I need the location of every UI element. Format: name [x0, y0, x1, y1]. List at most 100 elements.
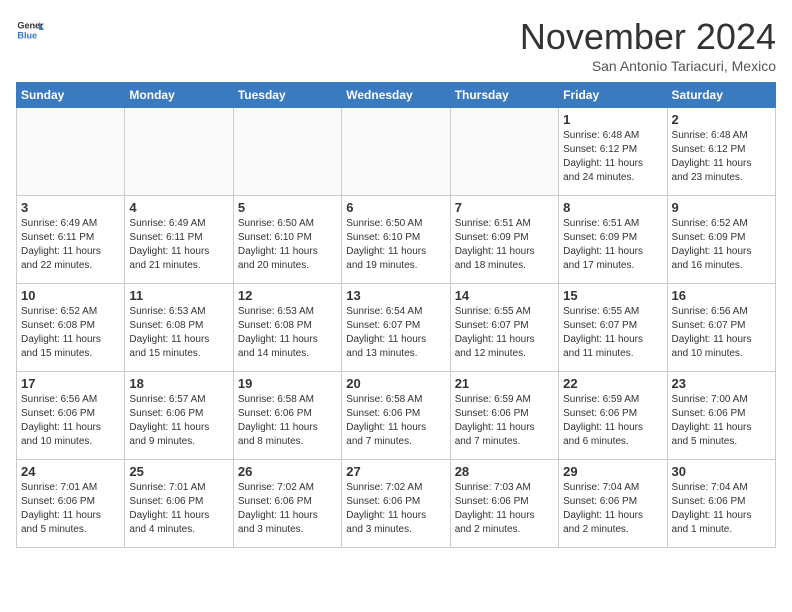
- calendar-day-cell: 18 Sunrise: 6:57 AM Sunset: 6:06 PM Dayli…: [125, 372, 233, 460]
- calendar-day-cell: 24 Sunrise: 7:01 AM Sunset: 6:06 PM Dayli…: [17, 460, 125, 548]
- day-number: 17: [21, 376, 120, 391]
- day-info: Sunrise: 6:48 AM Sunset: 6:12 PM Dayligh…: [563, 129, 662, 185]
- day-info: Sunrise: 6:54 AM Sunset: 6:07 PM Dayligh…: [346, 305, 445, 361]
- day-info: Sunrise: 6:48 AM Sunset: 6:12 PM Dayligh…: [672, 129, 771, 185]
- svg-text:Blue: Blue: [17, 30, 37, 40]
- title-block: November 2024 San Antonio Tariacuri, Mex…: [520, 16, 776, 74]
- day-number: 30: [672, 464, 771, 479]
- day-number: 26: [238, 464, 337, 479]
- location: San Antonio Tariacuri, Mexico: [520, 58, 776, 74]
- logo-icon: General Blue: [16, 16, 44, 44]
- day-info: Sunrise: 6:55 AM Sunset: 6:07 PM Dayligh…: [455, 305, 554, 361]
- day-number: 4: [129, 200, 228, 215]
- day-number: 2: [672, 112, 771, 127]
- day-number: 18: [129, 376, 228, 391]
- calendar-day-cell: 1Sunrise: 6:48 AM Sunset: 6:12 PM Daylig…: [559, 108, 667, 196]
- calendar-day-cell: [450, 108, 558, 196]
- calendar-body: 1Sunrise: 6:48 AM Sunset: 6:12 PM Daylig…: [17, 108, 776, 548]
- day-info: Sunrise: 6:49 AM Sunset: 6:11 PM Dayligh…: [21, 217, 120, 273]
- day-info: Sunrise: 6:50 AM Sunset: 6:10 PM Dayligh…: [238, 217, 337, 273]
- day-number: 14: [455, 288, 554, 303]
- day-info: Sunrise: 6:52 AM Sunset: 6:08 PM Dayligh…: [21, 305, 120, 361]
- day-of-week-header: Friday: [559, 83, 667, 108]
- day-info: Sunrise: 7:04 AM Sunset: 6:06 PM Dayligh…: [563, 481, 662, 537]
- day-info: Sunrise: 6:59 AM Sunset: 6:06 PM Dayligh…: [455, 393, 554, 449]
- calendar-day-cell: 17 Sunrise: 6:56 AM Sunset: 6:06 PM Dayli…: [17, 372, 125, 460]
- day-number: 3: [21, 200, 120, 215]
- day-info: Sunrise: 6:53 AM Sunset: 6:08 PM Dayligh…: [129, 305, 228, 361]
- calendar-day-cell: 28 Sunrise: 7:03 AM Sunset: 6:06 PM Dayli…: [450, 460, 558, 548]
- calendar-day-cell: 27 Sunrise: 7:02 AM Sunset: 6:06 PM Dayli…: [342, 460, 450, 548]
- day-number: 12: [238, 288, 337, 303]
- calendar-day-cell: 22Sunrise: 6:59 AM Sunset: 6:06 PM Dayli…: [559, 372, 667, 460]
- day-info: Sunrise: 6:51 AM Sunset: 6:09 PM Dayligh…: [563, 217, 662, 273]
- calendar-day-cell: 8 Sunrise: 6:51 AM Sunset: 6:09 PM Daylig…: [559, 196, 667, 284]
- calendar-day-cell: 25 Sunrise: 7:01 AM Sunset: 6:06 PM Dayli…: [125, 460, 233, 548]
- day-number: 11: [129, 288, 228, 303]
- calendar-day-cell: 30 Sunrise: 7:04 AM Sunset: 6:06 PM Dayli…: [667, 460, 775, 548]
- calendar-day-cell: 21 Sunrise: 6:59 AM Sunset: 6:06 PM Dayli…: [450, 372, 558, 460]
- day-info: Sunrise: 6:56 AM Sunset: 6:07 PM Dayligh…: [672, 305, 771, 361]
- day-of-week-header: Wednesday: [342, 83, 450, 108]
- day-number: 23: [672, 376, 771, 391]
- day-info: Sunrise: 6:58 AM Sunset: 6:06 PM Dayligh…: [346, 393, 445, 449]
- calendar-day-cell: [17, 108, 125, 196]
- calendar-day-cell: [342, 108, 450, 196]
- calendar-day-cell: 19Sunrise: 6:58 AM Sunset: 6:06 PM Dayli…: [233, 372, 341, 460]
- logo: General Blue: [16, 16, 44, 44]
- calendar-day-cell: 16 Sunrise: 6:56 AM Sunset: 6:07 PM Dayli…: [667, 284, 775, 372]
- day-number: 9: [672, 200, 771, 215]
- calendar-day-cell: 9Sunrise: 6:52 AM Sunset: 6:09 PM Daylig…: [667, 196, 775, 284]
- day-of-week-header: Monday: [125, 83, 233, 108]
- day-info: Sunrise: 6:56 AM Sunset: 6:06 PM Dayligh…: [21, 393, 120, 449]
- calendar-day-cell: 2 Sunrise: 6:48 AM Sunset: 6:12 PM Daylig…: [667, 108, 775, 196]
- calendar-table: SundayMondayTuesdayWednesdayThursdayFrid…: [16, 82, 776, 548]
- day-number: 13: [346, 288, 445, 303]
- calendar-day-cell: [233, 108, 341, 196]
- day-info: Sunrise: 6:51 AM Sunset: 6:09 PM Dayligh…: [455, 217, 554, 273]
- day-number: 6: [346, 200, 445, 215]
- day-info: Sunrise: 6:49 AM Sunset: 6:11 PM Dayligh…: [129, 217, 228, 273]
- calendar-day-cell: 6 Sunrise: 6:50 AM Sunset: 6:10 PM Daylig…: [342, 196, 450, 284]
- day-info: Sunrise: 7:01 AM Sunset: 6:06 PM Dayligh…: [129, 481, 228, 537]
- calendar-week-row: 1Sunrise: 6:48 AM Sunset: 6:12 PM Daylig…: [17, 108, 776, 196]
- day-of-week-header: Thursday: [450, 83, 558, 108]
- calendar-week-row: 17 Sunrise: 6:56 AM Sunset: 6:06 PM Dayli…: [17, 372, 776, 460]
- day-of-week-header: Saturday: [667, 83, 775, 108]
- day-info: Sunrise: 7:02 AM Sunset: 6:06 PM Dayligh…: [346, 481, 445, 537]
- day-number: 20: [346, 376, 445, 391]
- day-number: 8: [563, 200, 662, 215]
- day-number: 10: [21, 288, 120, 303]
- day-info: Sunrise: 7:04 AM Sunset: 6:06 PM Dayligh…: [672, 481, 771, 537]
- day-number: 21: [455, 376, 554, 391]
- day-info: Sunrise: 6:50 AM Sunset: 6:10 PM Dayligh…: [346, 217, 445, 273]
- day-info: Sunrise: 7:00 AM Sunset: 6:06 PM Dayligh…: [672, 393, 771, 449]
- day-info: Sunrise: 7:01 AM Sunset: 6:06 PM Dayligh…: [21, 481, 120, 537]
- calendar-week-row: 3 Sunrise: 6:49 AM Sunset: 6:11 PM Daylig…: [17, 196, 776, 284]
- day-info: Sunrise: 6:55 AM Sunset: 6:07 PM Dayligh…: [563, 305, 662, 361]
- day-number: 19: [238, 376, 337, 391]
- day-number: 16: [672, 288, 771, 303]
- day-number: 27: [346, 464, 445, 479]
- day-number: 7: [455, 200, 554, 215]
- day-info: Sunrise: 6:53 AM Sunset: 6:08 PM Dayligh…: [238, 305, 337, 361]
- calendar-day-cell: 29 Sunrise: 7:04 AM Sunset: 6:06 PM Dayli…: [559, 460, 667, 548]
- calendar-day-cell: 26Sunrise: 7:02 AM Sunset: 6:06 PM Dayli…: [233, 460, 341, 548]
- calendar-day-cell: 20 Sunrise: 6:58 AM Sunset: 6:06 PM Dayli…: [342, 372, 450, 460]
- day-number: 25: [129, 464, 228, 479]
- day-info: Sunrise: 7:03 AM Sunset: 6:06 PM Dayligh…: [455, 481, 554, 537]
- calendar-day-cell: 23 Sunrise: 7:00 AM Sunset: 6:06 PM Dayli…: [667, 372, 775, 460]
- day-info: Sunrise: 6:59 AM Sunset: 6:06 PM Dayligh…: [563, 393, 662, 449]
- day-number: 29: [563, 464, 662, 479]
- calendar-day-cell: 4 Sunrise: 6:49 AM Sunset: 6:11 PM Daylig…: [125, 196, 233, 284]
- page-header: General Blue November 2024 San Antonio T…: [16, 16, 776, 74]
- day-number: 15: [563, 288, 662, 303]
- day-number: 24: [21, 464, 120, 479]
- calendar-day-cell: 12 Sunrise: 6:53 AM Sunset: 6:08 PM Dayli…: [233, 284, 341, 372]
- day-number: 28: [455, 464, 554, 479]
- calendar-day-cell: 7 Sunrise: 6:51 AM Sunset: 6:09 PM Daylig…: [450, 196, 558, 284]
- calendar-day-cell: 5Sunrise: 6:50 AM Sunset: 6:10 PM Daylig…: [233, 196, 341, 284]
- calendar-day-cell: 3 Sunrise: 6:49 AM Sunset: 6:11 PM Daylig…: [17, 196, 125, 284]
- calendar-week-row: 24 Sunrise: 7:01 AM Sunset: 6:06 PM Dayli…: [17, 460, 776, 548]
- day-info: Sunrise: 6:57 AM Sunset: 6:06 PM Dayligh…: [129, 393, 228, 449]
